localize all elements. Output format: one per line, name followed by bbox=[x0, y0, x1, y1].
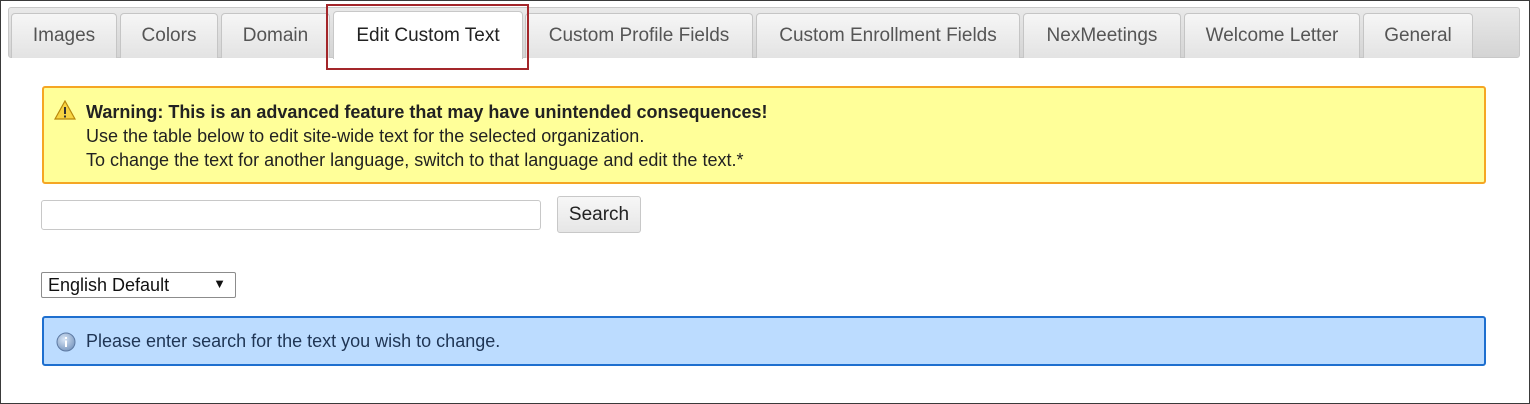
info-banner: Please enter search for the text you wis… bbox=[42, 316, 1486, 366]
tab-custom-enrollment-fields[interactable]: Custom Enrollment Fields bbox=[756, 13, 1020, 58]
warning-title: Warning: This is an advanced feature tha… bbox=[86, 102, 768, 122]
search-input[interactable] bbox=[41, 200, 541, 230]
tab-colors[interactable]: Colors bbox=[120, 13, 218, 58]
tab-images[interactable]: Images bbox=[11, 13, 117, 58]
tab-domain[interactable]: Domain bbox=[221, 13, 330, 58]
warning-text: Warning: This is an advanced feature tha… bbox=[86, 100, 768, 172]
warning-banner: Warning: This is an advanced feature tha… bbox=[42, 86, 1486, 184]
tab-welcome-letter[interactable]: Welcome Letter bbox=[1184, 13, 1360, 58]
tab-custom-profile-fields[interactable]: Custom Profile Fields bbox=[525, 13, 753, 58]
tab-general[interactable]: General bbox=[1363, 13, 1473, 58]
dropdown-arrow-icon: ▼ bbox=[213, 276, 226, 291]
search-button[interactable]: Search bbox=[557, 196, 641, 233]
info-message: Please enter search for the text you wis… bbox=[86, 331, 501, 351]
language-select[interactable]: English Default ▼ bbox=[41, 272, 236, 298]
info-icon bbox=[56, 332, 76, 352]
warning-line-1: Use the table below to edit site-wide te… bbox=[86, 126, 645, 146]
tab-edit-custom-text[interactable]: Edit Custom Text bbox=[333, 11, 523, 59]
warning-line-2: To change the text for another language,… bbox=[86, 150, 744, 170]
tab-nexmeetings[interactable]: NexMeetings bbox=[1023, 13, 1181, 58]
language-select-value: English Default bbox=[48, 274, 170, 295]
warning-triangle-icon bbox=[54, 100, 76, 120]
